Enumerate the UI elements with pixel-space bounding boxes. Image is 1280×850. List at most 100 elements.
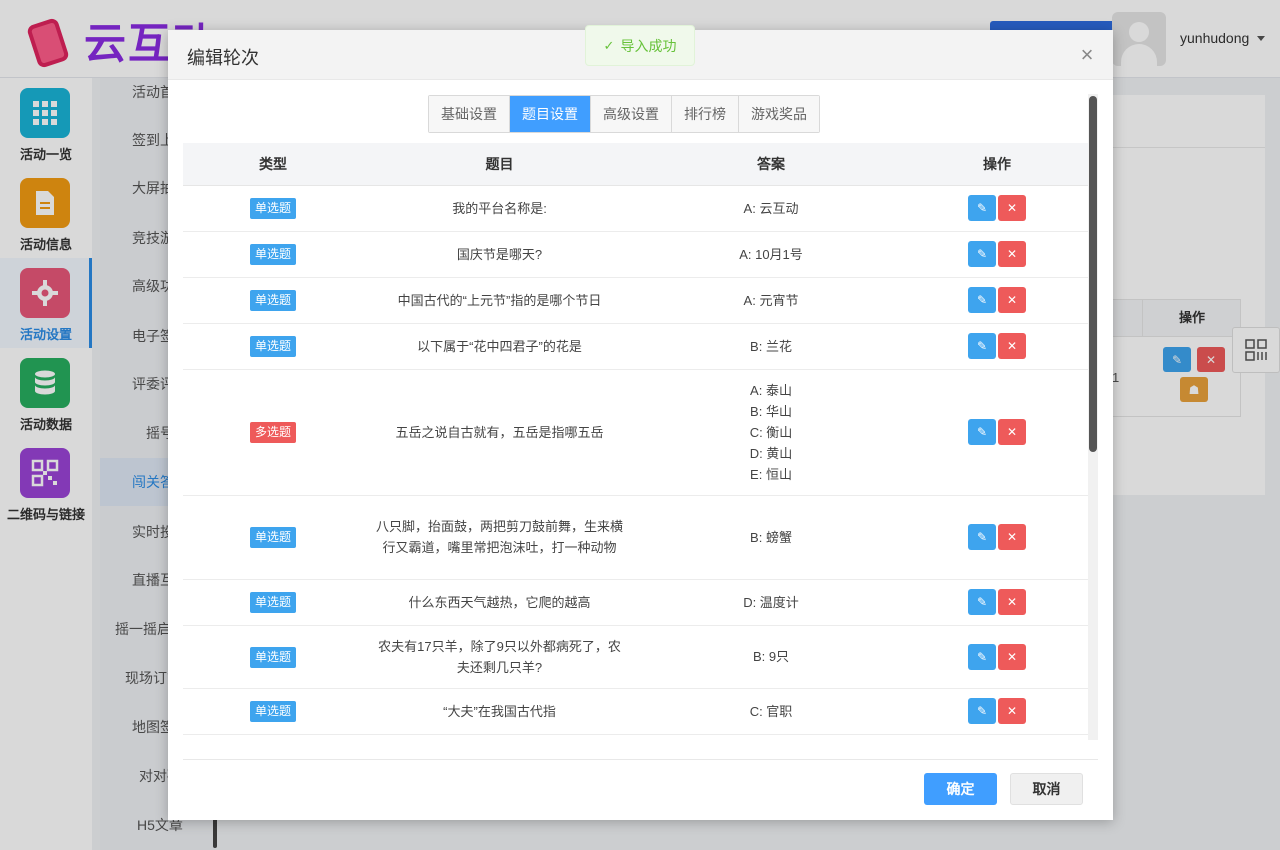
question-text: 国庆节是哪天? <box>456 246 543 262</box>
close-icon[interactable]: ✕ <box>998 698 1026 724</box>
answer-text: D: 黄山 <box>749 445 793 461</box>
question-table-body: 单选题 我的平台名称是: A: 云互动 ✎ ✕ 单选题 国庆节是哪天? A: 10月1号 ✎ ✕ 单… <box>183 185 1088 735</box>
action-cell: ✎ ✕ <box>906 688 1088 735</box>
question-cell: 中国古代的“上元节”指的是哪个节日 <box>363 277 636 324</box>
action-cell: ✎ ✕ <box>906 625 1088 689</box>
table-row: 单选题 什么东西天气越热，它爬的越高 D: 温度计 ✎ ✕ <box>183 579 1088 626</box>
action-cell: ✎ ✕ <box>906 369 1088 496</box>
close-icon[interactable]: ✕ <box>998 195 1026 221</box>
question-cell: 五岳之说自古就有，五岳是指哪五岳 <box>363 369 636 496</box>
table-row: 单选题 中国古代的“上元节”指的是哪个节日 A: 元宵节 ✎ ✕ <box>183 277 1088 324</box>
action-cell: ✎ ✕ <box>906 185 1088 232</box>
question-text: “大夫”在我国古代指 <box>443 703 556 719</box>
table-row: 单选题 以下属于“花中四君子”的花是 B: 兰花 ✎ ✕ <box>183 323 1088 370</box>
question-table: 类型 题目 答案 操作 单选题 我的平台名称是: A: 云互动 ✎ ✕ 单选题 国庆节是哪天… <box>183 143 1088 735</box>
close-icon[interactable]: ✕ <box>998 419 1026 445</box>
answer-text: D: 温度计 <box>743 594 799 610</box>
tab-advanced-settings[interactable]: 高级设置 <box>591 96 672 132</box>
edit-round-modal: 编辑轮次 × 基础设置 题目设置 高级设置 排行榜 游戏奖品 类型 题目 答案 … <box>168 30 1113 820</box>
question-cell: 国庆节是哪天? <box>363 231 636 278</box>
answer-text: A: 云互动 <box>743 200 799 216</box>
close-icon[interactable]: ✕ <box>998 333 1026 359</box>
question-type-badge: 单选题 <box>249 646 296 668</box>
pencil-icon[interactable]: ✎ <box>968 195 996 221</box>
answer-cell: B: 兰花 <box>636 323 906 370</box>
question-type-badge: 单选题 <box>249 592 296 613</box>
tab-leaderboard[interactable]: 排行榜 <box>672 96 739 132</box>
pencil-icon[interactable]: ✎ <box>968 589 996 615</box>
table-scroll-thumb[interactable] <box>1089 96 1097 452</box>
pencil-icon[interactable]: ✎ <box>968 698 996 724</box>
close-icon[interactable]: ✕ <box>998 287 1026 313</box>
confirm-button[interactable]: 确定 <box>924 773 997 805</box>
column-header-question: 题目 <box>363 143 636 186</box>
question-type-badge: 单选题 <box>249 527 296 548</box>
action-cell: ✎ ✕ <box>906 323 1088 370</box>
action-cell: ✎ ✕ <box>906 277 1088 324</box>
question-text: 什么东西天气越热，它爬的越高 <box>408 594 591 610</box>
table-row: 单选题 “大夫”在我国古代指 C: 官职 ✎ ✕ <box>183 688 1088 735</box>
question-cell: 八只脚，抬面鼓，两把剪刀鼓前舞，生来横行又霸道，嘴里常把泡沫吐，打一种动物 <box>363 495 636 580</box>
pencil-icon[interactable]: ✎ <box>968 419 996 445</box>
type-cell: 单选题 <box>183 579 363 626</box>
column-header-action: 操作 <box>906 143 1088 186</box>
question-type-badge: 单选题 <box>249 701 296 722</box>
answer-cell: B: 9只 <box>636 625 906 689</box>
table-row: 单选题 农夫有17只羊，除了9只以外都病死了，农夫还剩几只羊? B: 9只 ✎ ✕ <box>183 625 1088 689</box>
cancel-button[interactable]: 取消 <box>1010 773 1083 805</box>
question-table-container: 类型 题目 答案 操作 单选题 我的平台名称是: A: 云互动 ✎ ✕ 单选题 国庆节是哪天… <box>183 143 1088 740</box>
answer-text: C: 官职 <box>749 703 793 719</box>
close-icon[interactable]: ✕ <box>998 589 1026 615</box>
type-cell: 单选题 <box>183 688 363 735</box>
action-cell: ✎ ✕ <box>906 495 1088 580</box>
pencil-icon[interactable]: ✎ <box>968 643 996 670</box>
answer-text: C: 衡山 <box>749 424 793 440</box>
toast-text: 导入成功 <box>620 37 677 54</box>
pencil-icon[interactable]: ✎ <box>968 287 996 313</box>
column-header-answer: 答案 <box>636 143 906 186</box>
type-cell: 多选题 <box>183 369 363 496</box>
check-icon: ✓ <box>603 37 615 53</box>
question-cell: 农夫有17只羊，除了9只以外都病死了，农夫还剩几只羊? <box>363 625 636 689</box>
answer-text: E: 恒山 <box>750 466 792 482</box>
table-row: 单选题 八只脚，抬面鼓，两把剪刀鼓前舞，生来横行又霸道，嘴里常把泡沫吐，打一种动物… <box>183 495 1088 580</box>
answer-text: B: 螃蟹 <box>750 529 792 545</box>
answer-text: A: 10月1号 <box>739 246 803 262</box>
close-icon[interactable]: ✕ <box>998 241 1026 267</box>
close-icon[interactable]: ✕ <box>998 524 1026 550</box>
tab-game-prizes[interactable]: 游戏奖品 <box>739 96 819 132</box>
question-cell: 以下属于“花中四君子”的花是 <box>363 323 636 370</box>
type-cell: 单选题 <box>183 231 363 278</box>
pencil-icon[interactable]: ✎ <box>968 241 996 267</box>
answer-cell: A: 元宵节 <box>636 277 906 324</box>
question-type-badge: 单选题 <box>249 290 296 311</box>
answer-cell: A: 10月1号 <box>636 231 906 278</box>
answer-text: B: 兰花 <box>750 338 792 354</box>
table-row: 单选题 国庆节是哪天? A: 10月1号 ✎ ✕ <box>183 231 1088 278</box>
answer-text: B: 9只 <box>752 649 790 664</box>
answer-cell: B: 螃蟹 <box>636 495 906 580</box>
question-type-badge: 单选题 <box>249 336 296 357</box>
success-toast: ✓ 导入成功 <box>585 25 695 66</box>
pencil-icon[interactable]: ✎ <box>968 333 996 359</box>
close-icon[interactable]: ✕ <box>998 643 1026 670</box>
type-cell: 单选题 <box>183 185 363 232</box>
question-cell: “大夫”在我国古代指 <box>363 688 636 735</box>
answer-cell: D: 温度计 <box>636 579 906 626</box>
question-type-badge: 多选题 <box>249 422 296 443</box>
pencil-icon[interactable]: ✎ <box>968 524 996 550</box>
question-text: 我的平台名称是: <box>452 200 547 216</box>
answer-cell: A: 云互动 <box>636 185 906 232</box>
question-type-badge: 单选题 <box>249 198 296 219</box>
type-cell: 单选题 <box>183 323 363 370</box>
question-cell: 什么东西天气越热，它爬的越高 <box>363 579 636 626</box>
action-cell: ✎ ✕ <box>906 231 1088 278</box>
tab-question-settings[interactable]: 题目设置 <box>510 96 591 132</box>
question-type-badge: 单选题 <box>249 244 296 265</box>
tab-basic-settings[interactable]: 基础设置 <box>429 96 510 132</box>
answer-cell: A: 泰山 B: 华山 C: 衡山 D: 黄山 E: 恒山 <box>636 369 906 496</box>
question-text: 中国古代的“上元节”指的是哪个节日 <box>397 292 602 308</box>
question-text: 农夫有17只羊，除了9只以外都病死了，农夫还剩几只羊? <box>378 638 621 675</box>
close-icon[interactable]: × <box>1074 42 1100 68</box>
action-cell: ✎ ✕ <box>906 579 1088 626</box>
